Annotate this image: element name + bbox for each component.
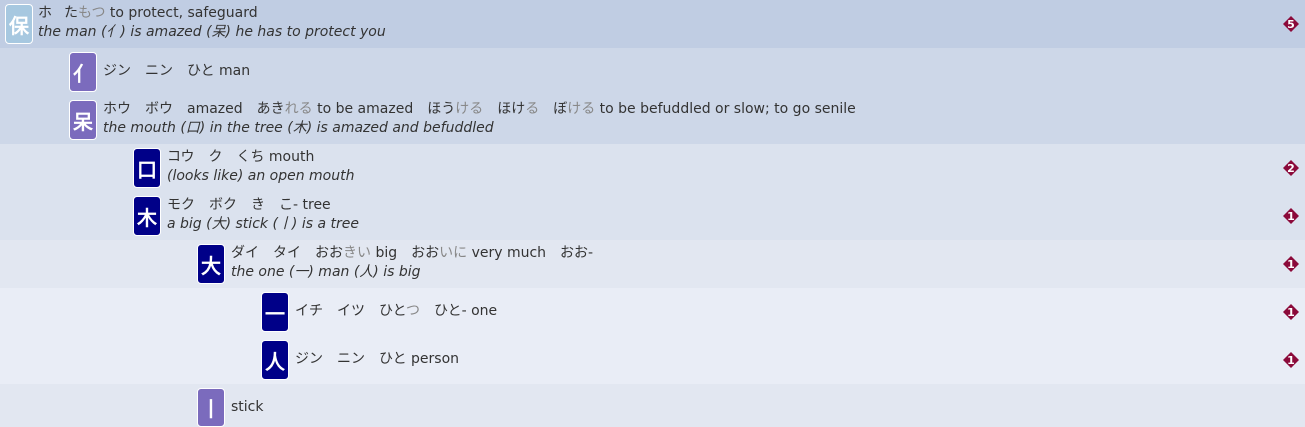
readings-line: イチ イツ ひとつ ひと- one [295, 302, 497, 321]
count-badge-text: 1 [1287, 306, 1295, 319]
kanji-tile[interactable]: 木 [133, 196, 161, 236]
kanji-tile[interactable]: 呆 [69, 100, 97, 140]
reading-okurigana: いに [439, 245, 468, 261]
kanji-row-amazed[interactable]: 呆 ホウ ボウ amazed あきれる to be amazed ほうける ほけ… [0, 96, 1305, 144]
kanji-row-big[interactable]: 大 ダイ タイ おおきい big おおいに very much おお- the … [0, 240, 1305, 288]
kanji-row-person-radical[interactable]: 亻 ジン ニン ひと man [0, 48, 1305, 96]
count-badge: 1 [1283, 208, 1299, 224]
reading-text: ひと- one [420, 303, 498, 319]
kanji-tile[interactable]: 口 [133, 148, 161, 188]
readings-line: コウ ク くち mouth [167, 149, 315, 165]
readings-line: stick [231, 399, 264, 415]
reading-text: ほけ [483, 101, 526, 117]
count-badge: 1 [1283, 352, 1299, 368]
reading-kun: た [64, 5, 78, 21]
mnemonic: the mouth (口) in the tree (木) is amazed … [103, 120, 494, 136]
reading-on: ホ [38, 5, 52, 21]
kanji-row-hold[interactable]: 保 ホたもつ to protect, safeguard the man (亻)… [0, 0, 1305, 48]
reading-okurigana: ける [455, 101, 484, 117]
count-badge-text: 5 [1287, 18, 1295, 31]
reading-text: ホウ ボウ amazed あき [103, 101, 285, 117]
reading-text: big おお [371, 245, 440, 261]
readings-line: モク ボク き こ- tree [167, 197, 331, 213]
readings-line: ホたもつ to protect, safeguard [38, 4, 258, 23]
count-badge: 5 [1283, 16, 1299, 32]
count-badge-text: 2 [1287, 162, 1295, 175]
reading-text: very much おお- [467, 245, 594, 261]
reading-text: to be amazed ほう [312, 101, 456, 117]
reading-okurigana: つ [406, 303, 421, 319]
reading-text: イチ イツ ひと [295, 303, 407, 319]
count-badge-text: 1 [1287, 258, 1295, 271]
reading-okurigana: ける [567, 101, 596, 117]
kanji-row-person[interactable]: 人 ジン ニン ひと person 1 [0, 336, 1305, 384]
kanji-tile[interactable]: 亻 [69, 52, 97, 92]
reading-okurigana: きい [343, 245, 371, 261]
kanji-tile[interactable]: 一 [261, 292, 289, 332]
readings-line: ホウ ボウ amazed あきれる to be amazed ほうける ほける … [103, 100, 856, 119]
readings-line: ジン ニン ひと man [103, 63, 251, 79]
count-badge: 2 [1283, 160, 1299, 176]
kanji-tile[interactable]: 人 [261, 340, 289, 380]
kanji-row-one[interactable]: 一 イチ イツ ひとつ ひと- one 1 [0, 288, 1305, 336]
kanji-tile[interactable]: 保 [5, 4, 33, 44]
count-badge-text: 1 [1287, 210, 1295, 223]
kanji-row-tree[interactable]: 木 モク ボク き こ- tree a big (大) stick (丨) is… [0, 192, 1305, 240]
mnemonic: the man (亻) is amazed (呆) he has to prot… [38, 24, 386, 40]
reading-okurigana: れる [284, 101, 313, 117]
kanji-row-mouth[interactable]: 口 コウ ク くち mouth (looks like) an open mou… [0, 144, 1305, 192]
count-badge: 1 [1283, 304, 1299, 320]
reading-text: ダイ タイ おお [231, 245, 343, 261]
reading-text: ぼ [539, 101, 568, 117]
count-badge: 1 [1283, 256, 1299, 272]
reading-text: to be befuddled or slow; to go senile [595, 101, 856, 117]
reading-okurigana: る [525, 101, 540, 117]
reading-okurigana: もつ [78, 5, 106, 21]
readings-line: ジン ニン ひと person [295, 351, 460, 367]
count-badge-text: 1 [1287, 354, 1295, 367]
kanji-row-stick[interactable]: 丨 stick [0, 384, 1305, 427]
mnemonic: the one (一) man (人) is big [231, 264, 421, 280]
kanji-tile[interactable]: 丨 [197, 388, 225, 427]
readings-line: ダイ タイ おおきい big おおいに very much おお- [231, 244, 593, 263]
mnemonic: (looks like) an open mouth [167, 168, 355, 184]
kanji-tile[interactable]: 大 [197, 244, 225, 284]
mnemonic: a big (大) stick (丨) is a tree [167, 216, 359, 232]
meaning: to protect, safeguard [109, 5, 258, 21]
